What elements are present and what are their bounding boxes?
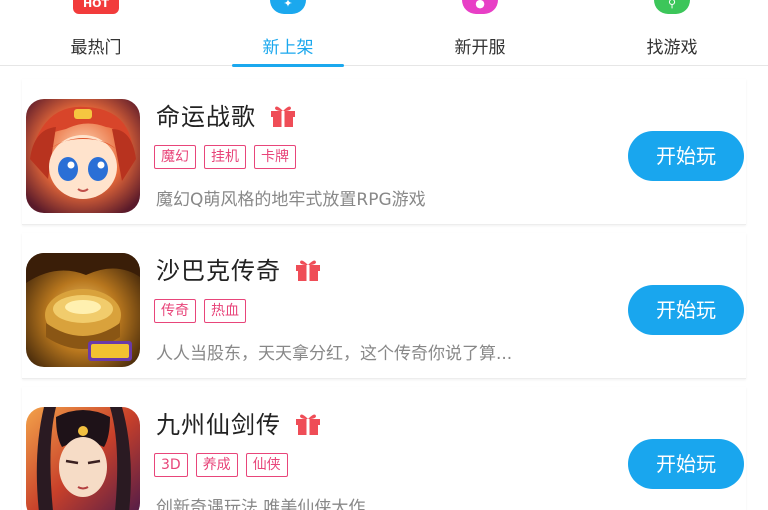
tag-list: 魔幻 挂机 卡牌 <box>154 145 304 169</box>
game-description: 魔幻Q萌风格的地牢式放置RPG游戏 <box>156 190 426 210</box>
tab-new-server[interactable]: ● 新开服 <box>384 0 576 66</box>
tab-new[interactable]: ✦ 新上架 <box>192 0 384 67</box>
new-icon: ✦ <box>270 0 306 14</box>
game-icon-shabake[interactable] <box>26 253 140 367</box>
gift-icon[interactable] <box>295 259 321 281</box>
tab-hot[interactable]: HOT 最热门 <box>0 0 192 66</box>
game-title: 九州仙剑传 <box>156 405 321 440</box>
game-item[interactable]: 沙巴克传奇 传奇 热血 人人当股东，天天拿分红，这个传奇你说了算... 开始玩 <box>22 233 746 379</box>
start-play-button[interactable]: 开始玩 <box>628 285 744 335</box>
game-name: 沙巴克传奇 <box>156 257 281 285</box>
game-tag: 卡牌 <box>254 145 296 169</box>
game-tag: 挂机 <box>204 145 246 169</box>
game-item[interactable]: 九州仙剑传 3D 养成 仙侠 创新奇遇玩法 唯美仙侠大作 开始玩 <box>22 387 746 510</box>
tab-label: 新上架 <box>262 38 314 58</box>
game-description: 人人当股东，天天拿分红，这个传奇你说了算... <box>156 344 513 364</box>
tag-list: 传奇 热血 <box>154 299 254 323</box>
category-tab-bar: HOT 最热门 ✦ 新上架 ● 新开服 ⚲ 找游戏 <box>0 0 768 67</box>
new-server-icon: ● <box>462 0 498 14</box>
game-tag: 3D <box>154 453 188 477</box>
game-tag: 养成 <box>195 453 238 477</box>
tag-list: 3D 养成 仙侠 <box>154 453 296 477</box>
tab-label: 找游戏 <box>646 38 698 58</box>
game-description: 创新奇遇玩法 唯美仙侠大作 <box>156 498 366 510</box>
game-item[interactable]: 命运战歌 魔幻 挂机 卡牌 魔幻Q萌风格的地牢式放置RPG游戏 开始玩 <box>22 79 746 225</box>
game-name: 九州仙剑传 <box>156 411 281 439</box>
tab-label: 最热门 <box>70 38 122 58</box>
gift-icon[interactable] <box>295 413 321 435</box>
game-name: 命运战歌 <box>156 103 256 131</box>
game-tag: 仙侠 <box>245 453 288 477</box>
start-play-button[interactable]: 开始玩 <box>628 131 744 181</box>
search-icon: ⚲ <box>654 0 690 14</box>
game-title: 命运战歌 <box>156 97 296 132</box>
game-tag: 魔幻 <box>154 145 196 169</box>
game-icon-mingyun[interactable] <box>26 99 140 213</box>
game-tag: 传奇 <box>154 299 196 323</box>
tab-find-game[interactable]: ⚲ 找游戏 <box>576 0 768 66</box>
start-play-button[interactable]: 开始玩 <box>628 439 744 489</box>
game-title: 沙巴克传奇 <box>156 251 321 286</box>
gift-icon[interactable] <box>270 105 296 127</box>
active-tab-indicator <box>232 64 344 67</box>
tab-label: 新开服 <box>454 38 506 58</box>
hot-icon: HOT <box>73 0 119 14</box>
game-icon-jiuzhou[interactable] <box>26 407 140 510</box>
game-tag: 热血 <box>204 299 246 323</box>
